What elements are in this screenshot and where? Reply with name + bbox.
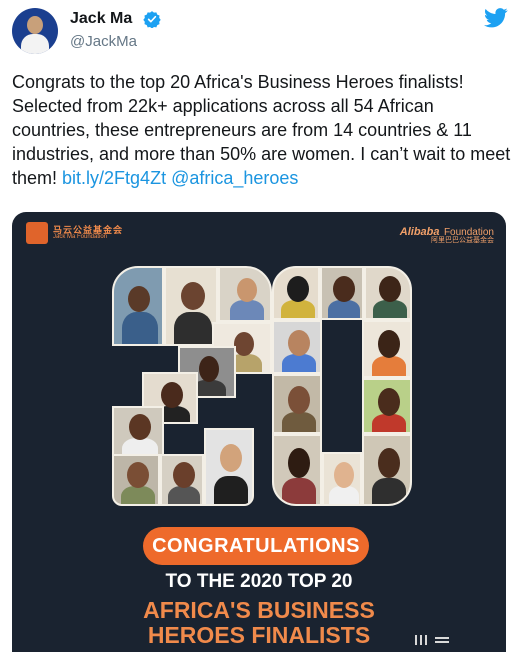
finalist-photo [112,406,164,458]
finalist-photo [112,454,160,506]
user-name[interactable]: Jack Ma [70,10,132,28]
congratulations-badge: CONGRATULATIONS [143,527,369,565]
logo-left-en: Jack Ma Foundation [53,234,108,240]
finalist-photo [112,266,164,346]
poster-subtitle: TO THE 2020 TOP 20 [165,571,353,592]
tweet-card: Jack Ma @JackMa Congrats to the top 20 A… [0,0,516,652]
twitter-bird-icon[interactable] [484,8,508,28]
alibaba-foundation-logo: Alibaba Foundation 阿里巴巴公益基金会 [364,222,494,246]
finalist-photo [362,320,412,378]
finalist-photo [272,266,320,320]
avatar[interactable] [12,8,58,54]
finalist-photo [164,266,218,346]
poster-headline-1: AFRICA'S BUSINESS [143,597,375,623]
finalist-photo [364,266,412,320]
finalist-photo [160,454,204,506]
logo-right-cn: 阿里巴巴公益基金会 [431,237,494,244]
digit-two-collage [112,266,272,506]
digit-zero-collage [272,266,412,506]
stripes-decoration-icon [415,635,449,645]
finalist-photo [272,374,322,434]
tweet-text: Congrats to the top 20 Africa's Business… [12,70,512,190]
finalist-photo [362,378,412,434]
finalist-photo [322,452,362,506]
finalist-photo [320,266,364,320]
tweet-link[interactable]: bit.ly/2Ftg4Zt [62,168,166,188]
tweet-mention[interactable]: @africa_heroes [171,168,298,188]
finalist-photo [218,266,272,322]
user-handle[interactable]: @JackMa [70,33,137,50]
verified-badge-icon [143,11,161,28]
finalist-photo [362,434,412,506]
finalist-photo [272,434,322,506]
finalist-photo [204,428,254,506]
finalist-photo [272,320,322,374]
jack-ma-foundation-logo: 马云公益基金会 Jack Ma Foundation [26,222,136,246]
tweet-image[interactable]: 马云公益基金会 Jack Ma Foundation Alibaba Found… [12,212,506,652]
